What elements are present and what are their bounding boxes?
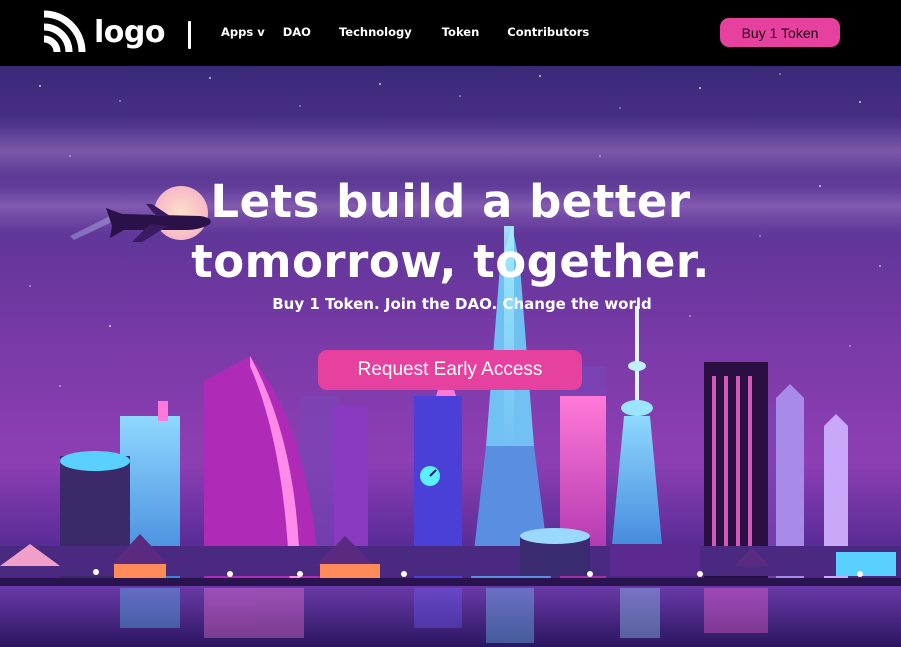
logo[interactable]: logo <box>42 9 165 55</box>
nav-technology[interactable]: Technology <box>339 25 412 39</box>
nav-apps-dropdown[interactable]: Apps v <box>221 25 265 39</box>
nav-divider <box>188 21 191 49</box>
logo-text: logo <box>94 14 165 50</box>
nav-dao[interactable]: DAO <box>283 25 311 39</box>
hero-section: Lets build a better tomorrow, together. … <box>0 66 901 647</box>
request-early-access-button[interactable]: Request Early Access <box>318 350 582 390</box>
hero-subtitle: Buy 1 Token. Join the DAO. Change the wo… <box>272 295 652 313</box>
hero-title: Lets build a better tomorrow, together. <box>0 172 901 292</box>
top-navbar: logo Apps v DAO Technology Token Contrib… <box>0 0 901 66</box>
hero-title-line2: tomorrow, together. <box>191 235 710 288</box>
tv-tower <box>610 306 664 566</box>
buy-token-button[interactable]: Buy 1 Token <box>720 18 840 47</box>
main-nav: Apps v DAO Technology Token Contributors <box>221 25 589 39</box>
nav-token[interactable]: Token <box>442 25 480 39</box>
hero-title-line1: Lets build a better <box>210 175 691 228</box>
nav-contributors[interactable]: Contributors <box>507 25 589 39</box>
rss-feed-icon <box>43 10 86 53</box>
